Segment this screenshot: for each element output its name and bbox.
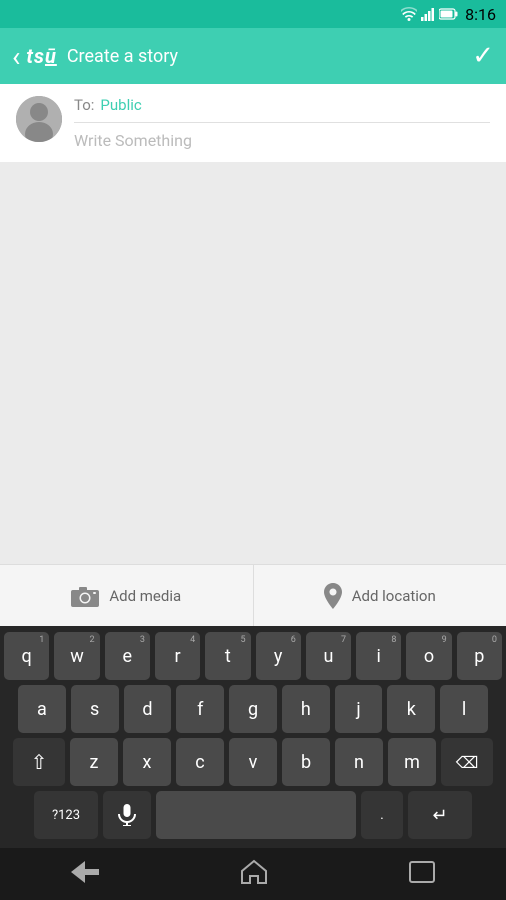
avatar xyxy=(16,96,62,142)
nav-home-button[interactable] xyxy=(241,859,267,889)
avatar-image xyxy=(16,96,62,142)
content-area: To: Public Write Something Add media xyxy=(0,84,506,626)
to-label: To: xyxy=(74,96,94,114)
action-bar: Add media Add location xyxy=(0,564,506,626)
status-bar: 8:16 xyxy=(0,0,506,28)
key-x[interactable]: x xyxy=(123,738,171,786)
key-g[interactable]: g xyxy=(229,685,277,733)
key-m[interactable]: m xyxy=(388,738,436,786)
key-c[interactable]: c xyxy=(176,738,224,786)
back-icon[interactable]: ‹ xyxy=(12,40,20,73)
key-backspace[interactable]: ⌫ xyxy=(441,738,493,786)
nav-back-button[interactable] xyxy=(71,861,99,887)
key-l[interactable]: l xyxy=(440,685,488,733)
battery-icon xyxy=(439,8,459,20)
key-y[interactable]: 6y xyxy=(256,632,301,680)
key-z[interactable]: z xyxy=(70,738,118,786)
key-f[interactable]: f xyxy=(176,685,224,733)
key-h[interactable]: h xyxy=(282,685,330,733)
add-location-label: Add location xyxy=(352,587,436,605)
key-n[interactable]: n xyxy=(335,738,383,786)
key-i[interactable]: 8i xyxy=(356,632,401,680)
location-icon xyxy=(324,583,342,609)
key-symbols[interactable]: ?123 xyxy=(34,791,98,839)
bottom-nav xyxy=(0,848,506,900)
keyboard-row-2: a s d f g h j k l xyxy=(4,685,502,733)
key-d[interactable]: d xyxy=(124,685,172,733)
signal-icon xyxy=(421,7,435,21)
key-o[interactable]: 9o xyxy=(406,632,451,680)
compose-box: To: Public Write Something xyxy=(0,84,506,162)
keyboard-row-1: 1q 2w 3e 4r 5t 6y 7u 8i 9o 0p xyxy=(4,632,502,680)
compose-right: To: Public Write Something xyxy=(74,96,490,150)
key-b[interactable]: b xyxy=(282,738,330,786)
status-icons xyxy=(401,7,459,21)
key-a[interactable]: a xyxy=(18,685,66,733)
key-t[interactable]: 5t xyxy=(205,632,250,680)
write-input-container[interactable]: Write Something xyxy=(74,122,490,150)
nav-recent-button[interactable] xyxy=(409,861,435,887)
key-v[interactable]: v xyxy=(229,738,277,786)
key-r[interactable]: 4r xyxy=(155,632,200,680)
key-u[interactable]: 7u xyxy=(306,632,351,680)
toolbar-title: Create a story xyxy=(67,46,472,67)
key-s[interactable]: s xyxy=(71,685,119,733)
add-media-label: Add media xyxy=(109,587,181,605)
key-shift[interactable]: ⇧ xyxy=(13,738,65,786)
add-location-button[interactable]: Add location xyxy=(254,565,506,626)
keyboard: 1q 2w 3e 4r 5t 6y 7u 8i 9o 0p a s d f g … xyxy=(0,626,506,848)
write-placeholder: Write Something xyxy=(74,131,192,150)
app-logo: tsū xyxy=(26,44,56,68)
avatar-silhouette xyxy=(16,96,62,142)
status-time: 8:16 xyxy=(465,5,496,24)
mic-icon xyxy=(118,804,136,826)
nav-home-icon xyxy=(241,859,267,885)
key-p[interactable]: 0p xyxy=(457,632,502,680)
check-icon[interactable]: ✓ xyxy=(472,41,494,71)
key-mic[interactable] xyxy=(103,791,151,839)
key-enter[interactable]: ↵ xyxy=(408,791,472,839)
key-w[interactable]: 2w xyxy=(54,632,99,680)
nav-back-icon xyxy=(71,861,99,883)
nav-recent-icon xyxy=(409,861,435,883)
key-q[interactable]: 1q xyxy=(4,632,49,680)
toolbar: ‹ tsū Create a story ✓ xyxy=(0,28,506,84)
keyboard-row-4: ?123 . ↵ xyxy=(4,791,502,839)
key-e[interactable]: 3e xyxy=(105,632,150,680)
camera-icon xyxy=(71,585,99,607)
keyboard-row-3: ⇧ z x c v b n m ⌫ xyxy=(4,738,502,786)
add-media-button[interactable]: Add media xyxy=(0,565,254,626)
middle-space xyxy=(0,162,506,564)
key-j[interactable]: j xyxy=(335,685,383,733)
to-value[interactable]: Public xyxy=(100,96,141,114)
key-k[interactable]: k xyxy=(387,685,435,733)
key-period[interactable]: . xyxy=(361,791,403,839)
wifi-icon xyxy=(401,7,417,21)
key-space[interactable] xyxy=(156,791,356,839)
to-line: To: Public xyxy=(74,96,490,114)
